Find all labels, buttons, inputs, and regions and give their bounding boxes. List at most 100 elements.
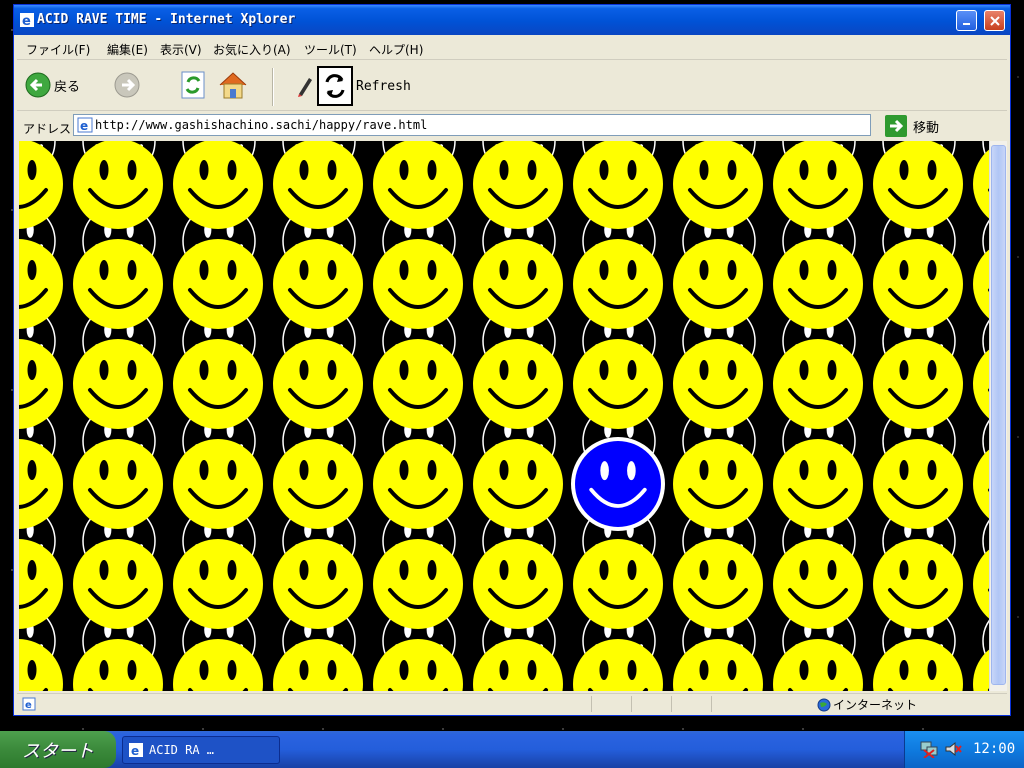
svg-text:e: e (131, 744, 139, 757)
window-title: ACID RAVE TIME - Internet Xplorer (37, 12, 296, 27)
status-cell (591, 696, 632, 712)
menu-favorites[interactable]: お気に入り(A) (213, 41, 291, 58)
home-button[interactable] (217, 70, 249, 100)
back-label: 戻る (54, 79, 81, 95)
vertical-scrollbar[interactable] (989, 141, 1007, 691)
yellow-smiley-icon (373, 539, 463, 629)
yellow-smiley-icon (173, 439, 263, 529)
yellow-smiley-icon (673, 239, 763, 329)
page-icon: e (77, 117, 93, 133)
yellow-smiley-icon (573, 239, 663, 329)
svg-text:e: e (80, 119, 88, 133)
yellow-smiley-icon (73, 141, 163, 229)
yellow-smiley-icon (373, 339, 463, 429)
yellow-smiley-icon (473, 239, 563, 329)
clock: 12:00 (973, 741, 1016, 757)
yellow-smiley-icon (73, 539, 163, 629)
yellow-smiley-icon (273, 339, 363, 429)
yellow-smiley-icon (473, 141, 563, 229)
menu-bar: ファイル(F) 編集(E) 表示(V) お気に入り(A) ツール(T) ヘルプ(… (17, 37, 1007, 60)
back-button[interactable]: 戻る (25, 72, 80, 98)
page-refresh-icon (181, 71, 205, 99)
yellow-smiley-icon (373, 439, 463, 529)
yellow-smiley-icon (873, 539, 963, 629)
yellow-smiley-icon (673, 141, 763, 229)
yellow-smiley-icon (573, 539, 663, 629)
system-tray: 12:00 (904, 731, 1024, 768)
toolbar: 戻る Refresh (17, 60, 1007, 111)
taskbar-window-label: ACID RA … (149, 743, 215, 757)
yellow-smiley-icon (173, 539, 263, 629)
yellow-smiley-icon (773, 339, 863, 429)
edit-button[interactable] (295, 74, 315, 98)
close-icon (989, 15, 1000, 26)
yellow-smiley-icon (473, 339, 563, 429)
yellow-smiley-icon (473, 439, 563, 529)
minimize-icon (962, 22, 970, 25)
address-bar: アドレス e 移動 (17, 112, 1007, 140)
toolbar-separator (272, 68, 274, 106)
minimize-button[interactable] (956, 10, 977, 31)
menu-view[interactable]: 表示(V) (160, 41, 202, 58)
ie-icon: e (20, 13, 34, 27)
status-cell (671, 696, 712, 712)
yellow-smiley-icon (273, 239, 363, 329)
address-field[interactable]: e (73, 114, 871, 136)
smiley-pattern (19, 141, 989, 691)
yellow-smiley-icon (273, 539, 363, 629)
yellow-smiley-icon (373, 239, 463, 329)
address-input[interactable] (93, 118, 855, 132)
page-content[interactable] (19, 141, 989, 691)
yellow-smiley-icon (773, 239, 863, 329)
network-disconnected-icon[interactable] (919, 740, 939, 758)
yellow-smiley-icon (773, 439, 863, 529)
menu-help[interactable]: ヘルプ(H) (369, 41, 423, 58)
forward-arrow-icon (114, 72, 140, 98)
svg-text:e: e (25, 700, 32, 711)
go-arrow-icon (885, 115, 907, 137)
taskbar-window-button[interactable]: e ACID RA … (122, 736, 280, 764)
status-bar: e インターネット (17, 693, 1007, 714)
yellow-smiley-icon (173, 141, 263, 229)
yellow-smiley-icon (173, 239, 263, 329)
status-cell (631, 696, 672, 712)
refresh-small-button[interactable] (179, 70, 207, 100)
globe-icon (817, 698, 831, 711)
start-button[interactable]: スタート (0, 731, 116, 768)
back-arrow-icon (25, 72, 51, 98)
refresh-icon (317, 66, 353, 106)
yellow-smiley-icon (173, 339, 263, 429)
status-page-icon: e (22, 697, 36, 711)
yellow-smiley-icon (73, 339, 163, 429)
start-label: スタート (22, 740, 94, 762)
browser-window: e ACID RAVE TIME - Internet Xplorer ファイル… (13, 4, 1011, 716)
close-button[interactable] (984, 10, 1005, 31)
title-bar[interactable]: e ACID RAVE TIME - Internet Xplorer (14, 5, 1010, 35)
yellow-smiley-icon (873, 239, 963, 329)
menu-tools[interactable]: ツール(T) (304, 41, 357, 58)
internet-zone: インターネット (817, 696, 917, 713)
volume-muted-icon[interactable] (943, 740, 963, 758)
yellow-smiley-icon (873, 339, 963, 429)
go-label: 移動 (913, 120, 940, 136)
yellow-smiley-icon (473, 539, 563, 629)
address-label: アドレス (23, 122, 72, 136)
ie-task-icon: e (129, 743, 143, 757)
menu-edit[interactable]: 編集(E) (107, 41, 148, 58)
yellow-smiley-icon (673, 339, 763, 429)
yellow-smiley-icon (273, 141, 363, 229)
forward-button[interactable] (114, 72, 140, 98)
refresh-button[interactable]: Refresh (317, 66, 411, 106)
yellow-smiley-icon (673, 539, 763, 629)
pencil-icon (298, 78, 312, 97)
scrollbar-thumb[interactable] (991, 145, 1006, 685)
refresh-label: Refresh (356, 78, 411, 94)
go-button[interactable]: 移動 (885, 115, 939, 137)
menu-file[interactable]: ファイル(F) (26, 41, 90, 58)
home-icon (219, 72, 247, 99)
yellow-smiley-icon (373, 141, 463, 229)
yellow-smiley-icon (273, 439, 363, 529)
yellow-smiley-icon (73, 439, 163, 529)
yellow-smiley-icon (673, 439, 763, 529)
yellow-smiley-icon (573, 339, 663, 429)
